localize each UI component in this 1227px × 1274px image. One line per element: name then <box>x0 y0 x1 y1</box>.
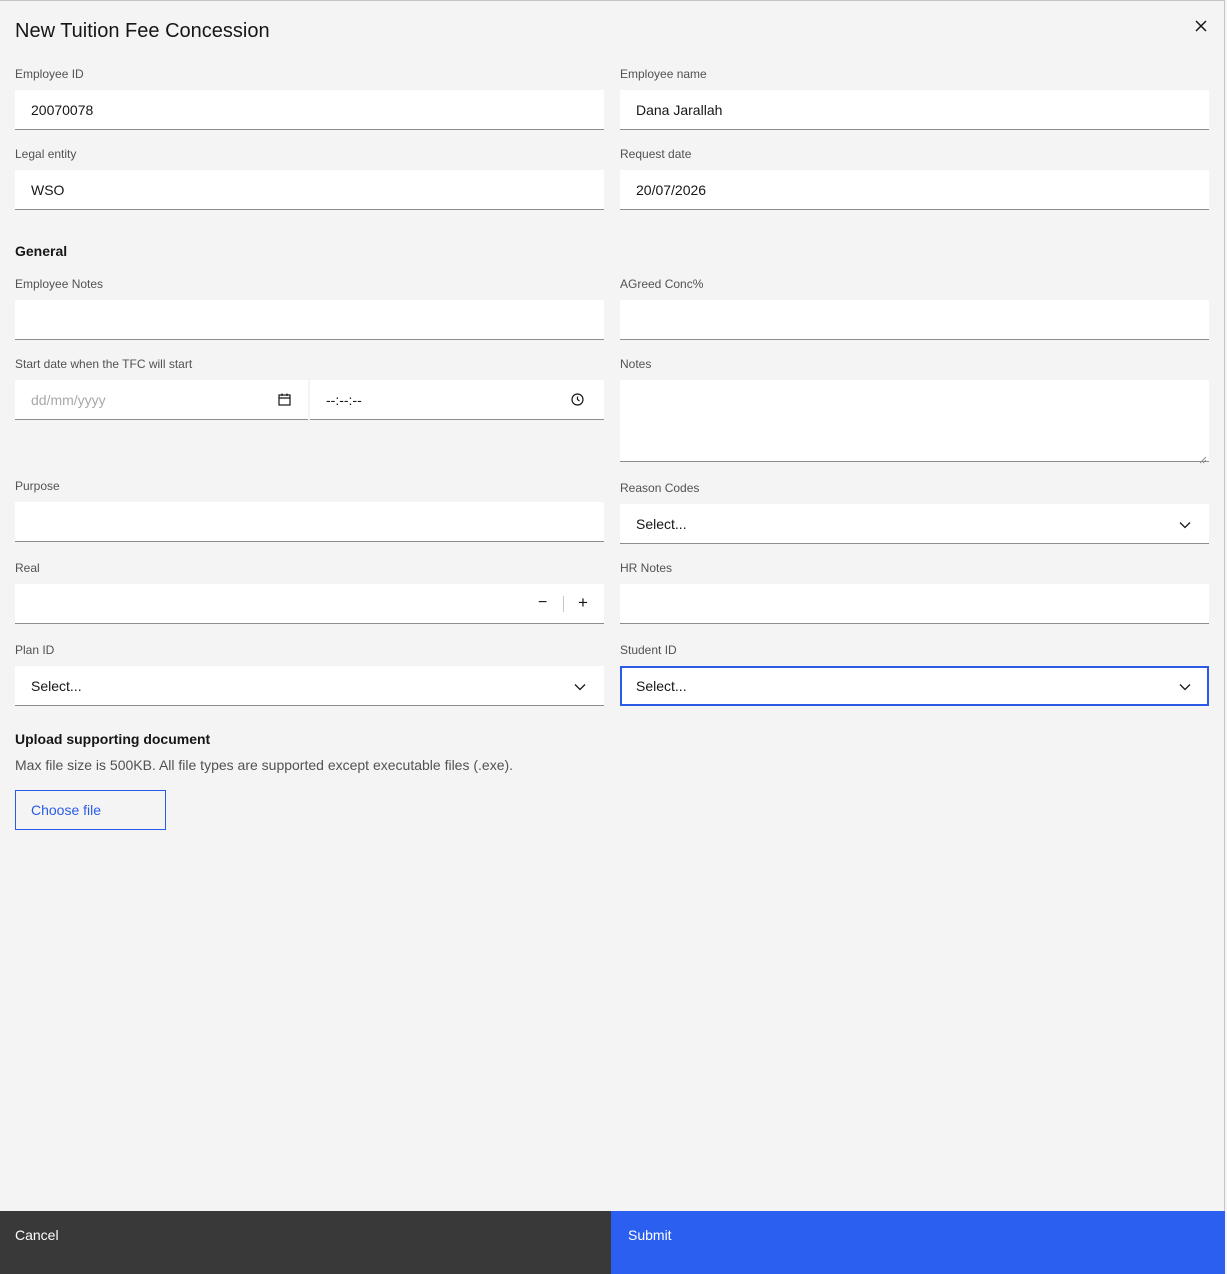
chevron-down-icon <box>1179 518 1191 530</box>
student-id-select[interactable]: Select... <box>620 666 1209 706</box>
plan-id-select[interactable]: Select... <box>15 666 604 706</box>
purpose-field[interactable] <box>15 502 604 542</box>
submit-button[interactable]: Submit <box>611 1211 1225 1274</box>
chevron-down-icon <box>574 680 586 692</box>
notes-textarea[interactable] <box>620 380 1209 464</box>
employee-id-label: Employee ID <box>15 67 84 81</box>
resize-handle-icon[interactable] <box>1199 451 1207 464</box>
employee-name-label: Employee name <box>620 67 707 81</box>
request-date-label: Request date <box>620 147 692 161</box>
reason-codes-value: Select... <box>636 515 687 532</box>
start-date-input[interactable]: dd/mm/yyyy <box>15 380 308 420</box>
purpose-label: Purpose <box>15 479 60 493</box>
increment-button[interactable]: + <box>578 593 588 613</box>
employee-id-field[interactable]: 20070078 <box>15 90 604 130</box>
modal-title: New Tuition Fee Concession <box>15 20 270 42</box>
hr-notes-label: HR Notes <box>620 561 673 575</box>
close-icon[interactable] <box>1189 14 1213 38</box>
agreed-conc-label: AGreed Conc% <box>620 277 704 291</box>
legal-entity-field[interactable]: WSO <box>15 170 604 210</box>
start-date-label: Start date when the TFC will start <box>15 357 193 371</box>
choose-file-button[interactable]: Choose file <box>15 790 166 830</box>
plan-id-label: Plan ID <box>15 643 55 657</box>
notes-label: Notes <box>620 357 652 371</box>
legal-entity-value: WSO <box>31 181 65 198</box>
reason-codes-select[interactable]: Select... <box>620 504 1209 544</box>
request-date-field[interactable]: 20/07/2026 <box>620 170 1209 210</box>
upload-helper-text: Max file size is 500KB. All file types a… <box>15 757 514 773</box>
stepper-divider <box>563 596 564 612</box>
employee-name-value: Dana Jarallah <box>636 101 723 118</box>
employee-notes-field[interactable] <box>15 300 604 340</box>
real-label: Real <box>15 561 40 575</box>
real-number-input[interactable]: − + <box>15 584 604 624</box>
general-heading: General <box>15 243 68 259</box>
legal-entity-label: Legal entity <box>15 147 77 161</box>
calendar-icon[interactable] <box>278 393 291 409</box>
start-date-placeholder: dd/mm/yyyy <box>31 391 106 408</box>
reason-codes-label: Reason Codes <box>620 481 700 495</box>
hr-notes-field[interactable] <box>620 584 1209 624</box>
cancel-button[interactable]: Cancel <box>0 1211 611 1274</box>
upload-heading: Upload supporting document <box>15 731 211 747</box>
start-time-input[interactable]: --:--:-- <box>310 380 604 420</box>
chevron-down-icon <box>1179 680 1191 692</box>
student-id-label: Student ID <box>620 643 677 657</box>
decrement-button[interactable]: − <box>538 594 547 612</box>
student-id-value: Select... <box>636 678 687 694</box>
employee-notes-label: Employee Notes <box>15 277 104 291</box>
plan-id-value: Select... <box>31 677 82 694</box>
employee-name-field[interactable]: Dana Jarallah <box>620 90 1209 130</box>
start-time-placeholder: --:--:-- <box>326 391 362 408</box>
clock-icon[interactable] <box>571 393 584 409</box>
agreed-conc-field[interactable] <box>620 300 1209 340</box>
request-date-value: 20/07/2026 <box>636 181 707 198</box>
employee-id-value: 20070078 <box>31 101 94 118</box>
tuition-fee-concession-modal: New Tuition Fee Concession Employee ID 2… <box>0 0 1225 1274</box>
